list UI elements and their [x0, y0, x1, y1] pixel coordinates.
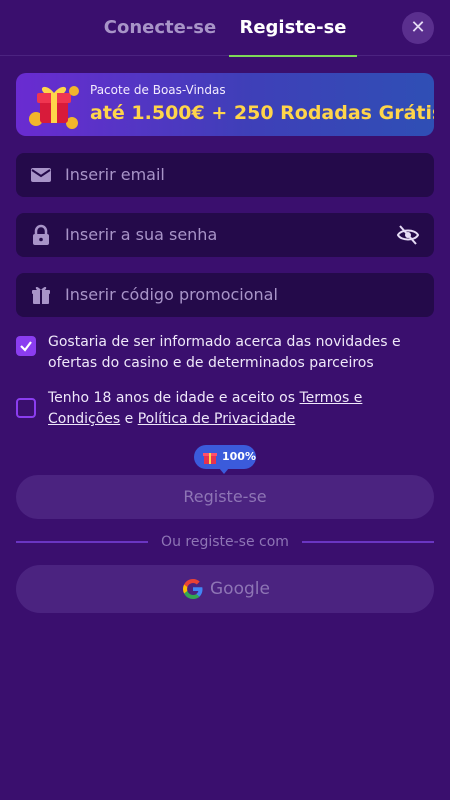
- checkmark-icon: [20, 341, 32, 352]
- gift-icon: [203, 453, 217, 464]
- email-placeholder: Inserir email: [65, 165, 165, 184]
- promo-code-placeholder: Inserir código promocional: [65, 285, 278, 304]
- terms-checkbox[interactable]: [16, 398, 36, 418]
- password-placeholder: Inserir a sua senha: [65, 225, 218, 244]
- tab-login[interactable]: Conecte-se: [95, 0, 225, 56]
- divider-text: Ou registe-se com: [161, 534, 289, 550]
- divider-line-right: [302, 541, 434, 543]
- promo-code-field[interactable]: Inserir código promocional: [16, 273, 434, 317]
- terms-consent-text: Tenho 18 anos de idade e aceito os Termo…: [48, 388, 434, 430]
- tab-register[interactable]: Registe-se: [229, 0, 357, 57]
- progress-badge: 100%: [194, 445, 256, 474]
- gift-box-icon: [29, 86, 79, 129]
- promo-title: até 1.500€ + 250 Rodadas Grátis: [90, 102, 434, 124]
- welcome-promo-banner: Pacote de Boas-Vindas até 1.500€ + 250 R…: [16, 73, 434, 136]
- news-checkbox[interactable]: [16, 336, 36, 356]
- envelope-icon: [31, 168, 51, 182]
- register-button[interactable]: Registe-se: [16, 475, 434, 519]
- gift-icon: [32, 286, 50, 304]
- auth-tabs: Conecte-se Registe-se ✕: [0, 0, 450, 57]
- close-icon: ✕: [410, 17, 426, 38]
- divider: Ou registe-se com: [16, 532, 434, 552]
- news-consent: Gostaria de ser informado acerca das nov…: [16, 332, 434, 374]
- google-logo-icon: [183, 579, 203, 599]
- terms-consent: Tenho 18 anos de idade e aceito os Termo…: [16, 388, 434, 430]
- divider-line-left: [16, 541, 148, 543]
- terms-prefix: Tenho 18 anos de idade e aceito os: [48, 390, 300, 406]
- google-button-label: Google: [210, 579, 270, 599]
- email-field[interactable]: Inserir email: [16, 153, 434, 197]
- lock-icon: [33, 224, 49, 245]
- eye-off-icon[interactable]: [396, 223, 420, 247]
- password-field[interactable]: Inserir a sua senha: [16, 213, 434, 257]
- close-button[interactable]: ✕: [402, 12, 434, 44]
- progress-percent: 100%: [222, 450, 256, 463]
- news-consent-text: Gostaria de ser informado acerca das nov…: [48, 334, 401, 371]
- promo-subtitle: Pacote de Boas-Vindas: [90, 83, 226, 97]
- privacy-link[interactable]: Política de Privacidade: [138, 411, 296, 427]
- terms-joiner: e: [120, 411, 138, 427]
- google-signin-button[interactable]: Google: [16, 565, 434, 613]
